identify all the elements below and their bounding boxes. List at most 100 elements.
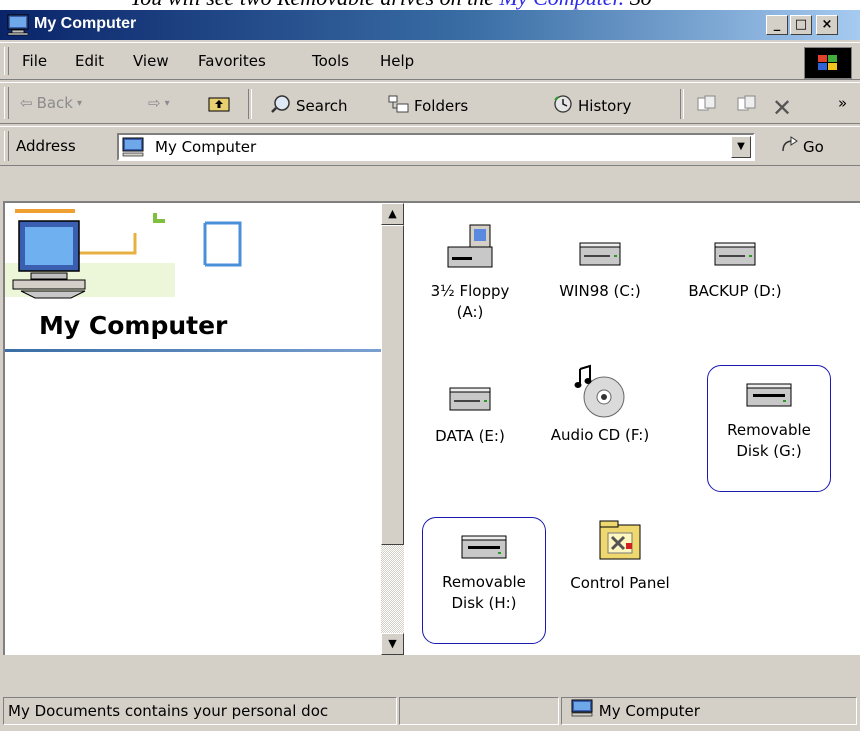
search-button[interactable]: Search [270, 94, 348, 118]
move-to-icon [696, 94, 718, 118]
maximize-button[interactable]: □ [790, 15, 812, 35]
my-computer-icon [6, 14, 30, 40]
back-button[interactable]: ⇦ Back ▾ [20, 94, 82, 112]
arrow-down-icon: ▼ [388, 637, 397, 650]
removable-disk-icon [746, 383, 792, 407]
caption-tail: So [624, 0, 652, 10]
toolbar-more-button[interactable]: » [838, 94, 847, 112]
minimize-button[interactable]: _ [766, 15, 788, 35]
menu-grip[interactable] [4, 47, 9, 75]
scroll-up-button[interactable]: ▲ [381, 203, 404, 225]
search-icon [270, 94, 292, 118]
toolbar-grip[interactable] [4, 87, 9, 119]
menu-edit[interactable]: Edit [75, 52, 104, 70]
forward-arrow-icon: ⇨ [148, 94, 161, 112]
arrow-up-icon: ▲ [388, 207, 397, 220]
move-to-button[interactable] [696, 94, 718, 118]
folders-button[interactable]: Folders [388, 94, 468, 118]
control-panel-item[interactable]: Control Panel [555, 515, 685, 594]
hard-drive-icon [579, 242, 621, 266]
drive-item-a[interactable]: 3½ Floppy (A:) [410, 223, 530, 323]
drive-label: WIN98 (C:) [559, 282, 641, 300]
status-zone-label: My Computer [598, 702, 700, 720]
address-field[interactable]: My Computer ▼ [117, 133, 755, 161]
my-computer-icon [121, 137, 145, 161]
address-value: My Computer [155, 138, 257, 156]
close-button[interactable]: × [816, 15, 838, 35]
copy-to-icon [736, 94, 758, 118]
drive-label: Control Panel [570, 574, 670, 592]
standard-toolbar: ⇦ Back ▾ ⇨ ▾ Search Folders History ✕ » [0, 82, 860, 124]
content-area: My Computer ▲ ▼ 3½ Floppy (A:) WIN98 (C:… [3, 201, 860, 655]
address-bar: Address My Computer ▼ Go [0, 126, 860, 166]
menu-help[interactable]: Help [380, 52, 414, 70]
hard-drive-icon [449, 387, 491, 411]
go-label: Go [803, 138, 824, 156]
back-dropdown-icon: ▾ [77, 97, 83, 109]
control-panel-icon [599, 520, 641, 560]
drive-item-h[interactable]: Removable Disk (H:) [422, 517, 546, 644]
drive-label: 3½ Floppy [430, 282, 510, 300]
back-label: Back [36, 94, 73, 112]
drive-item-e[interactable]: DATA (E:) [410, 368, 530, 447]
history-button[interactable]: History [552, 94, 631, 118]
folders-label: Folders [414, 97, 469, 115]
delete-icon: ✕ [772, 94, 793, 122]
drive-label: DATA (E:) [435, 427, 505, 445]
scroll-thumb[interactable] [381, 225, 404, 545]
drive-label-2: Disk (G:) [736, 442, 802, 460]
drive-label: BACKUP (D:) [688, 282, 782, 300]
drive-label-2: Disk (H:) [451, 594, 517, 612]
go-button[interactable]: Go [780, 136, 824, 158]
address-dropdown-button[interactable]: ▼ [731, 136, 751, 158]
search-label: Search [296, 97, 348, 115]
forward-button[interactable]: ⇨ ▾ [148, 94, 170, 112]
drive-label: Removable [442, 573, 526, 591]
pane-divider [5, 349, 381, 352]
history-label: History [578, 97, 632, 115]
drive-item-f[interactable]: Audio CD (F:) [540, 363, 660, 446]
drive-label: Audio CD (F:) [550, 426, 650, 444]
drive-item-g[interactable]: Removable Disk (G:) [707, 365, 831, 492]
hard-drive-icon [714, 242, 756, 266]
more-chevron-icon: » [838, 94, 848, 112]
history-icon [552, 94, 574, 118]
up-folder-icon [208, 94, 230, 116]
menu-file[interactable]: File [22, 52, 47, 70]
drive-item-c[interactable]: WIN98 (C:) [540, 223, 660, 302]
folders-icon [388, 94, 410, 118]
back-arrow-icon: ⇦ [20, 94, 33, 112]
windows-logo-icon [804, 47, 852, 79]
drive-item-d[interactable]: BACKUP (D:) [675, 223, 795, 302]
status-text: My Documents contains your personal doc [3, 697, 397, 725]
my-computer-icon [570, 699, 599, 721]
delete-button[interactable]: ✕ [772, 94, 792, 122]
vertical-scrollbar[interactable]: ▲ ▼ [381, 203, 404, 655]
window-title: My Computer [34, 15, 137, 32]
scroll-down-button[interactable]: ▼ [381, 633, 404, 655]
drive-label: Removable [727, 421, 811, 439]
caption-text: You will see two Removable drives on the [130, 0, 499, 10]
address-label: Address [16, 137, 76, 155]
page-caption: You will see two Removable drives on the… [0, 0, 860, 10]
forward-dropdown-icon: ▾ [164, 97, 170, 109]
status-panel-empty [399, 697, 559, 725]
status-zone: My Computer [561, 697, 857, 725]
menu-bar: File Edit View Favorites Tools Help [0, 42, 860, 80]
chevron-down-icon: ▼ [737, 141, 745, 152]
info-pane: My Computer [5, 203, 381, 655]
title-bar[interactable]: My Computer _ □ × [0, 10, 860, 40]
toolbar-separator [248, 89, 252, 119]
address-grip[interactable] [4, 131, 9, 161]
menu-favorites[interactable]: Favorites [198, 52, 266, 70]
copy-to-button[interactable] [736, 94, 758, 118]
drive-label-2: (A:) [456, 303, 484, 321]
menu-view[interactable]: View [133, 52, 169, 70]
caption-link: My Computer. [499, 0, 624, 10]
floppy-drive-icon [447, 224, 493, 268]
audio-cd-icon [574, 364, 625, 418]
status-bar: My Documents contains your personal doc … [0, 692, 860, 731]
menu-tools[interactable]: Tools [312, 52, 349, 70]
go-arrow-icon [780, 136, 800, 158]
up-folder-button[interactable] [208, 94, 230, 116]
